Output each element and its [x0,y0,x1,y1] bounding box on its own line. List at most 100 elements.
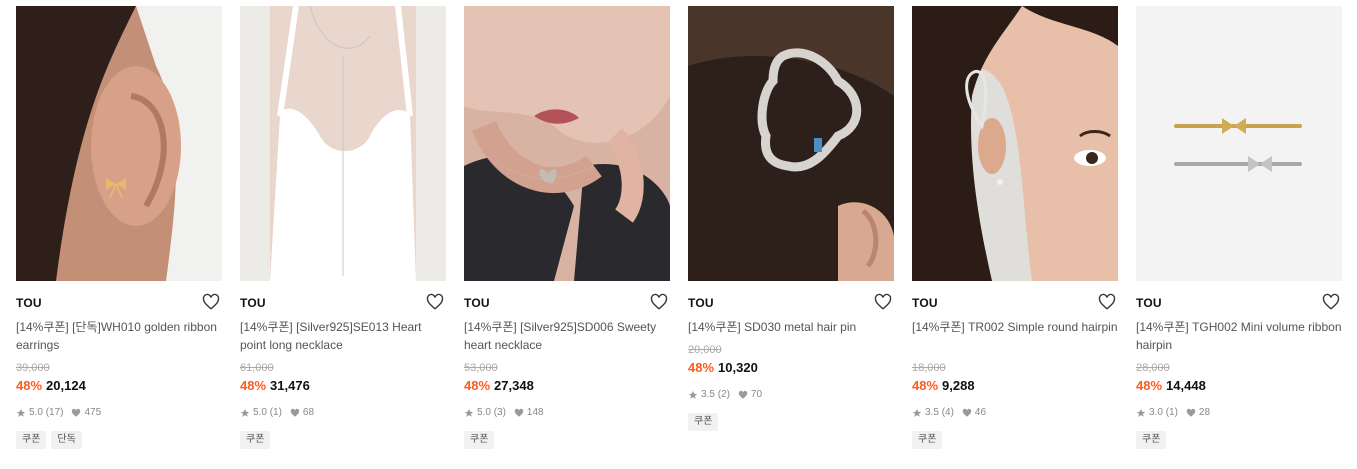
coupon-badge: 쿠폰 [464,431,495,449]
star-icon [912,408,922,418]
discount-rate: 48% [688,360,715,375]
discount-rate: 48% [16,378,43,393]
original-price: 18,000 [912,362,946,374]
review-count: (1) [1165,407,1178,418]
star-icon [1136,408,1146,418]
price-row: 48% 20,124 [16,378,86,393]
original-price: 39,000 [16,362,50,374]
round-hairpin-model-photo [912,6,1118,281]
sale-price: 14,448 [1166,378,1206,393]
review-count: (3) [493,407,506,418]
likes-count: 70 [750,389,763,400]
wishlist-heart-icon[interactable] [650,293,668,311]
brand-name[interactable]: TOU [16,296,42,310]
product-image[interactable] [16,6,222,281]
rating-row: 3.0 (1) 28 [1136,407,1210,418]
badge-list: 쿠폰 [240,431,271,449]
product-title[interactable]: [14%쿠폰] TR002 Simple round hairpin [912,318,1118,336]
metal-hair-pin-photo [688,6,894,281]
product-title[interactable]: [14%쿠폰] TGH002 Mini volume ribbon hairpi… [1136,318,1342,354]
product-image[interactable] [240,6,446,281]
likes-heart-icon [514,408,524,418]
original-price: 61,000 [240,362,274,374]
product-title[interactable]: [14%쿠폰] SD030 metal hair pin [688,318,894,336]
product-title[interactable]: [14%쿠폰] [단독]WH010 golden ribbon earrings [16,318,222,354]
discount-rate: 48% [1136,378,1163,393]
review-count: (2) [717,389,730,400]
rating-row: 5.0 (17) 475 [16,407,101,418]
badge-list: 쿠폰 [912,431,943,449]
product-card[interactable]: TOU [14%쿠폰] [Silver925]SE013 Heart point… [240,6,446,466]
product-image[interactable] [464,6,670,281]
product-title[interactable]: [14%쿠폰] [Silver925]SD006 Sweety heart ne… [464,318,670,354]
star-icon [240,408,250,418]
badge-list: 쿠폰 단독 [16,431,82,449]
discount-rate: 48% [912,378,939,393]
product-card[interactable]: TOU [14%쿠폰] [단독]WH010 golden ribbon earr… [16,6,222,466]
product-image[interactable] [1136,6,1342,281]
brand-name[interactable]: TOU [240,296,266,310]
badge-list: 쿠폰 [464,431,495,449]
rating-row: 3.5 (2) 70 [688,389,762,400]
likes-count: 28 [1198,407,1211,418]
coupon-badge: 쿠폰 [1136,431,1167,449]
product-card[interactable]: TOU [14%쿠폰] TR002 Simple round hairpin 1… [912,6,1118,466]
wishlist-heart-icon[interactable] [426,293,444,311]
rating-value: 5.0 [29,407,43,418]
product-card[interactable]: TOU [14%쿠폰] [Silver925]SD006 Sweety hear… [464,6,670,466]
badge-list: 쿠폰 [1136,431,1167,449]
ribbon-hairpins-photo [1136,6,1342,281]
star-icon [464,408,474,418]
coupon-badge: 쿠폰 [912,431,943,449]
wishlist-heart-icon[interactable] [874,293,892,311]
price-row: 48% 10,320 [688,360,758,375]
price-row: 48% 14,448 [1136,378,1206,393]
likes-count: 46 [974,407,987,418]
wishlist-heart-icon[interactable] [202,293,220,311]
brand-name[interactable]: TOU [464,296,490,310]
review-count: (1) [269,407,282,418]
likes-count: 148 [526,407,544,418]
ear-earring-photo [16,6,222,281]
coupon-badge: 쿠폰 [688,413,719,431]
brand-name[interactable]: TOU [1136,296,1162,310]
likes-heart-icon [738,390,748,400]
heart-necklace-photo [464,6,670,281]
product-image[interactable] [688,6,894,281]
rating-value: 3.5 [701,389,715,400]
badge-list: 쿠폰 [688,413,719,431]
coupon-badge: 쿠폰 [16,431,47,449]
product-title[interactable]: [14%쿠폰] [Silver925]SE013 Heart point lon… [240,318,446,354]
rating-value: 3.5 [925,407,939,418]
original-price: 53,000 [464,362,498,374]
price-row: 48% 9,288 [912,378,975,393]
wishlist-heart-icon[interactable] [1322,293,1340,311]
sale-price: 10,320 [718,360,758,375]
likes-heart-icon [1186,408,1196,418]
rating-value: 5.0 [253,407,267,418]
likes-count: 475 [84,407,102,418]
product-image[interactable] [912,6,1118,281]
rating-row: 3.5 (4) 46 [912,407,986,418]
product-card[interactable]: TOU [14%쿠폰] SD030 metal hair pin 20,000 … [688,6,894,466]
rating-row: 5.0 (1) 68 [240,407,314,418]
review-count: (17) [45,407,64,418]
price-row: 48% 27,348 [464,378,534,393]
discount-rate: 48% [464,378,491,393]
long-necklace-photo [240,6,446,281]
sale-price: 20,124 [46,378,86,393]
star-icon [16,408,26,418]
sale-price: 27,348 [494,378,534,393]
wishlist-heart-icon[interactable] [1098,293,1116,311]
brand-name[interactable]: TOU [912,296,938,310]
product-card[interactable]: TOU [14%쿠폰] TGH002 Mini volume ribbon ha… [1136,6,1342,466]
rating-row: 5.0 (3) 148 [464,407,544,418]
likes-heart-icon [962,408,972,418]
sale-price: 31,476 [270,378,310,393]
brand-name[interactable]: TOU [688,296,714,310]
coupon-badge: 쿠폰 [240,431,271,449]
sale-price: 9,288 [942,378,975,393]
original-price: 20,000 [688,344,722,356]
rating-value: 5.0 [477,407,491,418]
star-icon [688,390,698,400]
